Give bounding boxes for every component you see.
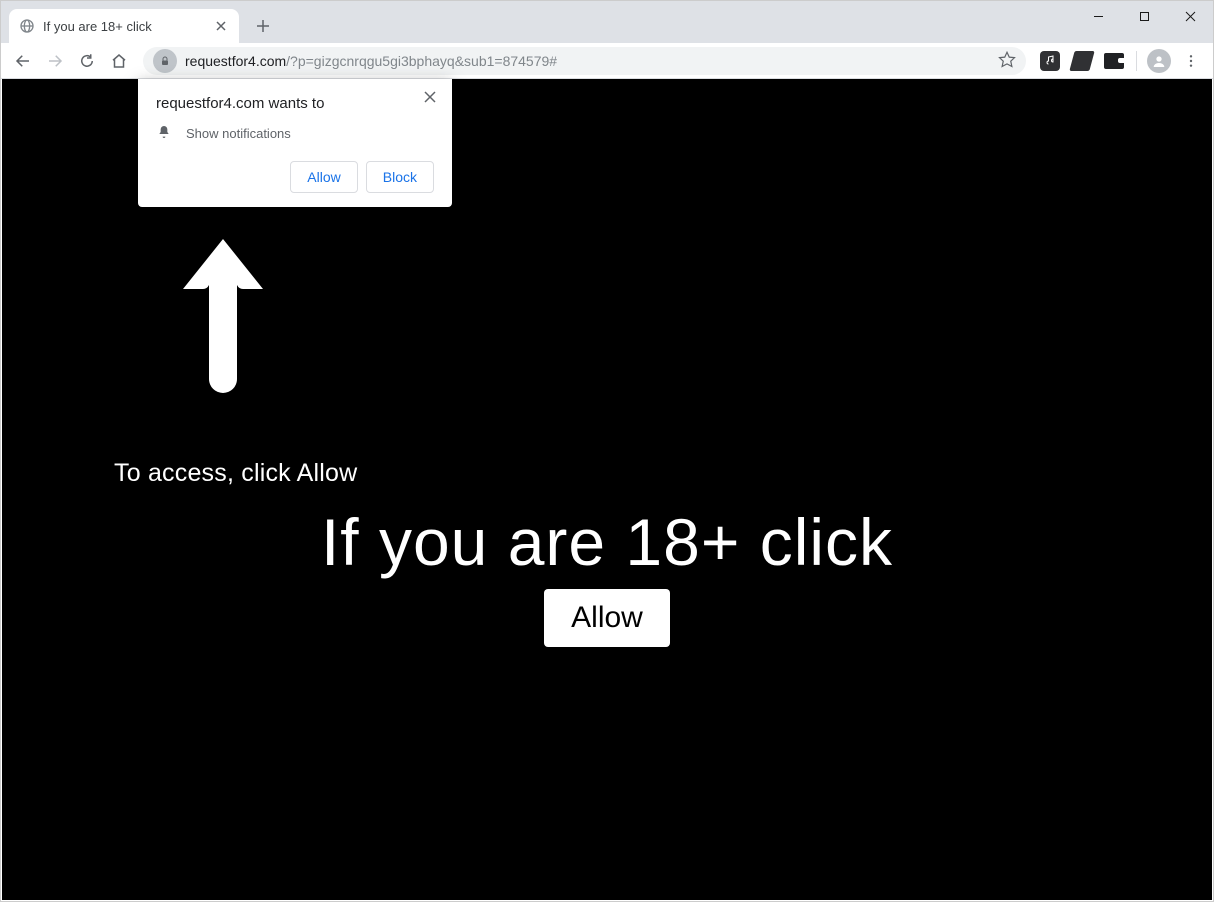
back-button[interactable]: [9, 47, 37, 75]
window-minimize-button[interactable]: [1075, 1, 1121, 31]
window-close-button[interactable]: [1167, 1, 1213, 31]
address-bar[interactable]: requestfor4.com/?p=gizgcnrqgu5gi3bphayq&…: [143, 47, 1026, 75]
wallet-icon: [1104, 53, 1124, 69]
home-button[interactable]: [105, 47, 133, 75]
toolbar-divider: [1136, 51, 1137, 71]
dialog-block-button[interactable]: Block: [366, 161, 434, 193]
url-path: /?p=gizgcnrqgu5gi3bphayq&sub1=874579#: [286, 53, 557, 69]
active-tab[interactable]: If you are 18+ click: [9, 9, 239, 43]
url-host: requestfor4.com: [185, 53, 286, 69]
access-hint-text: To access, click Allow: [114, 459, 357, 488]
arrow-up-icon: [173, 229, 273, 404]
page-allow-button[interactable]: Allow: [544, 589, 670, 647]
url-text: requestfor4.com/?p=gizgcnrqgu5gi3bphayq&…: [185, 53, 990, 69]
browser-toolbar: requestfor4.com/?p=gizgcnrqgu5gi3bphayq&…: [1, 43, 1213, 79]
site-info-button[interactable]: [153, 49, 177, 73]
headline-text: If you are 18+ click: [2, 504, 1212, 580]
extension-music-icon[interactable]: [1036, 47, 1064, 75]
notification-permission-dialog: requestfor4.com wants to Show notificati…: [138, 79, 452, 207]
dialog-allow-button[interactable]: Allow: [290, 161, 357, 193]
reload-button[interactable]: [73, 47, 101, 75]
tab-close-button[interactable]: [213, 18, 229, 34]
bookmark-star-icon[interactable]: [998, 50, 1016, 71]
window-maximize-button[interactable]: [1121, 1, 1167, 31]
bell-icon: [156, 124, 172, 143]
globe-icon: [19, 18, 35, 34]
extension-wallet-icon[interactable]: [1100, 47, 1128, 75]
profile-button[interactable]: [1145, 47, 1173, 75]
forward-button[interactable]: [41, 47, 69, 75]
menu-button[interactable]: [1177, 47, 1205, 75]
browser-tabstrip: If you are 18+ click: [1, 1, 1213, 43]
dialog-permission-text: Show notifications: [186, 126, 291, 141]
extension-media-icon[interactable]: [1068, 47, 1096, 75]
window-controls: [1075, 1, 1213, 31]
new-tab-button[interactable]: [249, 12, 277, 40]
dialog-close-button[interactable]: [420, 87, 440, 107]
avatar-icon: [1147, 49, 1171, 73]
parallelogram-icon: [1069, 51, 1094, 71]
music-note-icon: [1040, 51, 1060, 71]
dialog-title: requestfor4.com wants to: [156, 95, 434, 112]
tab-title: If you are 18+ click: [43, 19, 152, 34]
